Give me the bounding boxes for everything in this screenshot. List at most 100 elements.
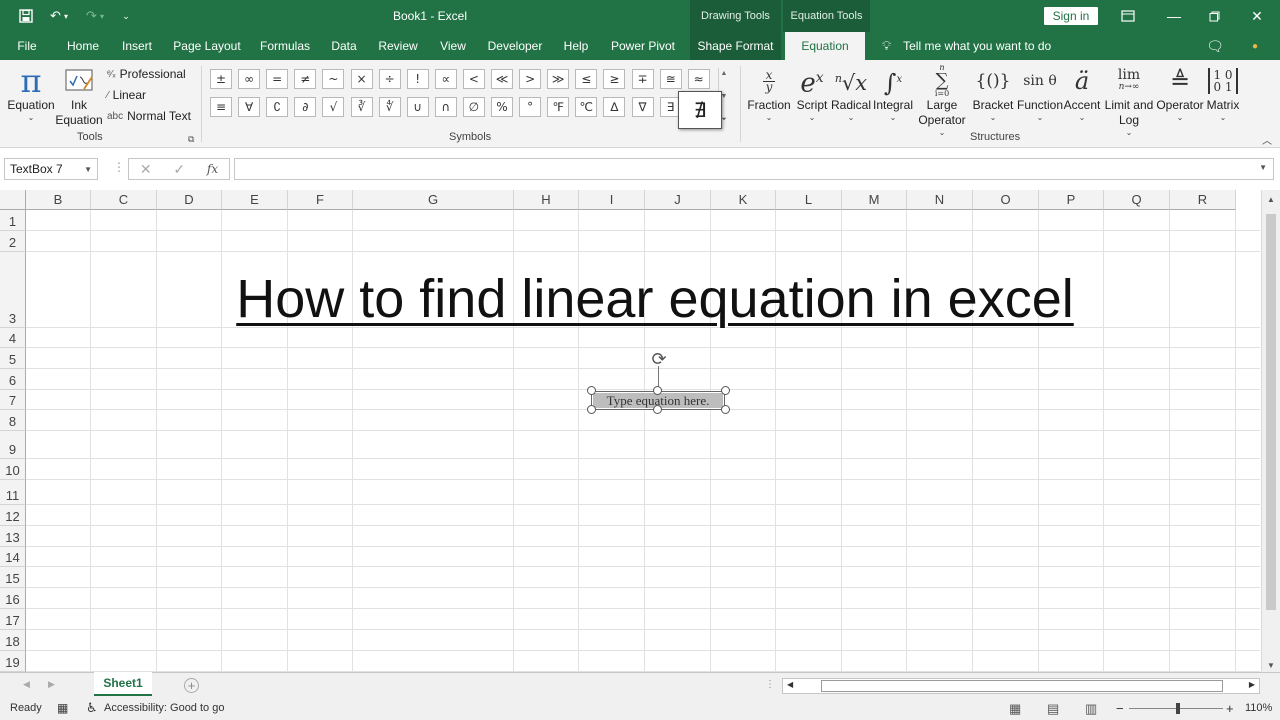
symbol-button[interactable]: = bbox=[266, 69, 289, 89]
symbol-button[interactable]: ° bbox=[519, 97, 542, 117]
column-header[interactable]: P bbox=[1039, 190, 1104, 210]
row-header[interactable]: 4 bbox=[0, 328, 26, 348]
symbol-button[interactable]: √ bbox=[322, 97, 345, 117]
integral-button[interactable]: ∫x Integral ⌄ bbox=[871, 64, 915, 123]
script-button[interactable]: ex Script ⌄ bbox=[794, 64, 830, 123]
symbol-button[interactable]: ≥ bbox=[603, 69, 626, 89]
select-all-corner[interactable] bbox=[0, 190, 26, 210]
column-header[interactable]: Q bbox=[1104, 190, 1170, 210]
symbol-button[interactable]: < bbox=[462, 69, 485, 89]
row-header[interactable]: 8 bbox=[0, 410, 26, 431]
cancel-icon[interactable]: ✕ bbox=[140, 161, 152, 178]
normal-view-icon[interactable]: ▦ bbox=[1009, 701, 1021, 717]
symbol-button[interactable]: ≠ bbox=[294, 69, 317, 89]
symbol-button[interactable]: ∪ bbox=[406, 97, 429, 117]
add-sheet-icon[interactable]: + bbox=[184, 678, 199, 693]
symbol-button[interactable]: ∛ bbox=[350, 97, 373, 117]
symbol-button[interactable]: ≫ bbox=[547, 69, 570, 89]
column-header[interactable]: C bbox=[91, 190, 157, 210]
chevron-down-icon[interactable]: ▼ bbox=[84, 165, 92, 174]
limit-and-button[interactable]: lim n→∞ Limit and Log ⌄ bbox=[1103, 64, 1155, 138]
page-break-view-icon[interactable]: ▥ bbox=[1085, 701, 1097, 717]
close-icon[interactable]: ✕ bbox=[1234, 0, 1280, 32]
row-header[interactable]: 14 bbox=[0, 547, 26, 567]
symbol-button[interactable]: ∞ bbox=[238, 69, 261, 89]
column-header[interactable]: B bbox=[26, 190, 91, 210]
formula-input[interactable]: ▼ bbox=[234, 158, 1274, 180]
row-header[interactable]: 11 bbox=[0, 480, 26, 505]
symbol-button[interactable]: ∩ bbox=[434, 97, 457, 117]
tab-home[interactable]: Home bbox=[60, 32, 106, 60]
column-header[interactable]: K bbox=[711, 190, 776, 210]
accessibility-status[interactable]: Accessibility: Good to go bbox=[104, 702, 224, 714]
tab-insert[interactable]: Insert bbox=[116, 32, 158, 60]
row-header[interactable]: 19 bbox=[0, 651, 26, 672]
row-header[interactable]: 18 bbox=[0, 630, 26, 651]
column-header[interactable]: M bbox=[842, 190, 907, 210]
row-header[interactable]: 1 bbox=[0, 210, 26, 231]
prev-sheet-icon[interactable]: ◀ bbox=[23, 679, 30, 690]
scroll-thumb[interactable] bbox=[1266, 214, 1276, 610]
tab-page-layout[interactable]: Page Layout bbox=[168, 32, 246, 60]
sign-in-button[interactable]: Sign in bbox=[1044, 7, 1098, 25]
tab-equation[interactable]: Equation bbox=[785, 32, 865, 60]
symbol-button[interactable]: ℃ bbox=[575, 97, 598, 117]
scroll-up-icon[interactable]: ▲ bbox=[1262, 195, 1280, 204]
column-header[interactable]: H bbox=[514, 190, 579, 210]
page-layout-view-icon[interactable]: ▤ bbox=[1047, 701, 1059, 717]
symbol-button[interactable]: ± bbox=[210, 69, 232, 89]
tab-shape-format[interactable]: Shape Format bbox=[690, 32, 781, 60]
symbol-button[interactable]: ℉ bbox=[547, 97, 570, 117]
resize-handle[interactable] bbox=[721, 386, 730, 395]
tab-review[interactable]: Review bbox=[374, 32, 422, 60]
symbol-button[interactable]: ∝ bbox=[434, 69, 457, 89]
row-header[interactable]: 10 bbox=[0, 459, 26, 480]
symbol-button[interactable]: ~ bbox=[322, 69, 345, 89]
accessibility-icon[interactable]: ♿︎ bbox=[86, 700, 98, 716]
tab-developer[interactable]: Developer bbox=[483, 32, 547, 60]
column-header[interactable]: R bbox=[1170, 190, 1236, 210]
accent-button[interactable]: ä Accent ⌄ bbox=[1062, 64, 1102, 123]
zoom-out-icon[interactable]: − bbox=[1116, 701, 1124, 716]
row-header[interactable]: 17 bbox=[0, 609, 26, 630]
ribbon-display-icon[interactable] bbox=[1105, 0, 1151, 32]
column-header[interactable]: I bbox=[579, 190, 645, 210]
collapse-ribbon-icon[interactable]: ︿ bbox=[1262, 132, 1272, 147]
column-header[interactable]: O bbox=[973, 190, 1039, 210]
tab-view[interactable]: View bbox=[434, 32, 472, 60]
symbol-button[interactable]: ≈ bbox=[687, 69, 710, 89]
symbol-button[interactable]: ≪ bbox=[491, 69, 513, 89]
symbol-button[interactable]: ≅ bbox=[659, 69, 682, 89]
row-header[interactable]: 15 bbox=[0, 567, 26, 588]
comments-icon[interactable]: 🗨︎ bbox=[1200, 32, 1230, 60]
symbol-button[interactable]: ∓ bbox=[631, 69, 654, 89]
resize-handle[interactable] bbox=[587, 386, 596, 395]
worksheet-grid[interactable]: BCDEFGHIJKLMNOPQR 1 2 3 4 5 6 7 8 9 10 11 12 13 14 15 1… bbox=[0, 190, 1280, 672]
operator-button[interactable]: ≜ Operator ⌄ bbox=[1155, 64, 1205, 123]
tell-me-search[interactable]: 💡︎ Tell me what you want to do bbox=[882, 32, 1051, 60]
resize-handle[interactable] bbox=[587, 405, 596, 414]
column-header[interactable]: D bbox=[157, 190, 222, 210]
normal-text-button[interactable]: abc Normal Text bbox=[107, 106, 191, 126]
resize-handle[interactable] bbox=[653, 386, 662, 395]
column-header[interactable]: J bbox=[645, 190, 711, 210]
zoom-in-icon[interactable]: + bbox=[1226, 701, 1234, 716]
name-box[interactable]: TextBox 7 ▼ bbox=[4, 158, 98, 180]
enter-icon[interactable]: ✓ bbox=[173, 161, 185, 178]
headline-text[interactable]: How to find linear equation in excel bbox=[0, 268, 1260, 330]
row-header[interactable]: 16 bbox=[0, 588, 26, 609]
symbol-button[interactable]: > bbox=[519, 69, 542, 89]
large-button[interactable]: n ∑ i=0 Large Operator ⌄ bbox=[914, 64, 970, 138]
tab-data[interactable]: Data bbox=[326, 32, 362, 60]
tab-help[interactable]: Help bbox=[558, 32, 594, 60]
bracket-button[interactable]: {()} Bracket ⌄ bbox=[971, 64, 1015, 123]
symbol-button[interactable]: ∆ bbox=[603, 97, 626, 117]
symbol-button[interactable]: % bbox=[491, 97, 513, 117]
symbol-button[interactable]: ≡ bbox=[210, 97, 232, 117]
symbol-button[interactable]: ∅ bbox=[462, 97, 485, 117]
scroll-right-icon[interactable]: ▶ bbox=[1249, 680, 1255, 689]
linear-button[interactable]: ⁄ Linear bbox=[107, 85, 146, 105]
rotate-handle-icon[interactable]: ⟳ bbox=[649, 349, 669, 369]
sheet-tab-sheet1[interactable]: Sheet1 bbox=[94, 672, 152, 696]
tab-file[interactable]: File bbox=[8, 32, 46, 60]
